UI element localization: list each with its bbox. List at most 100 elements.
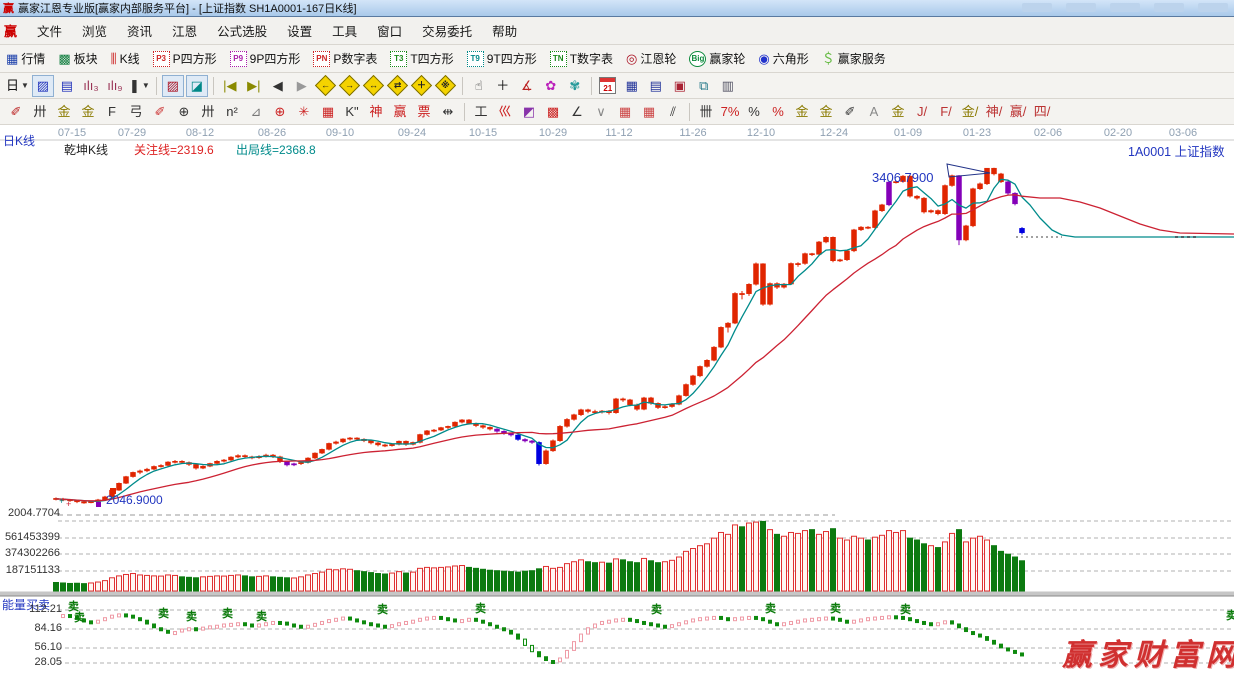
seal-tool-icon[interactable]: ✿ [540, 75, 562, 97]
a-angle-icon[interactable]: A [863, 101, 885, 123]
parallel-lines-icon[interactable]: ⫽ [662, 101, 684, 123]
menu-browse[interactable]: 浏览 [72, 21, 117, 40]
angle-lines-icon[interactable]: ∠ [566, 101, 588, 123]
piao-grid-icon[interactable]: 票 [413, 101, 435, 123]
red-pen-icon[interactable]: ✐ [149, 101, 171, 123]
toolbar-gann-wheel-button[interactable]: ◎ 江恩轮 [626, 50, 676, 67]
diamond-cross-icon[interactable]: ＋ [411, 74, 433, 97]
chart-area[interactable]: 07-15 07-29 08-12 08-26 09-10 09-24 10-15 10-29… [0, 125, 1234, 676]
color-volume-view-icon[interactable]: ◪ [185, 74, 208, 97]
bars-3-view-icon[interactable]: ılı₃ [80, 75, 102, 97]
ying-angle-icon[interactable]: 赢/ [1007, 101, 1029, 123]
histogram-tool-icon[interactable]: 卌 [695, 101, 717, 123]
step-forward-icon[interactable]: ▶ [291, 75, 313, 97]
toolbar-9t-square-button[interactable]: T9 9T四方形 [466, 50, 537, 67]
diamond-all-icon[interactable]: ※ [435, 74, 457, 97]
notebook-tool-icon[interactable]: ▤ [645, 75, 667, 97]
si-angle-icon[interactable]: 四/ [1031, 101, 1053, 123]
diamond-h-expand-icon[interactable]: ↔ [363, 74, 385, 97]
title-bar[interactable]: 赢 赢家江恩专业版[赢家内部服务平台] - [上证指数 SH1A0001-167… [0, 0, 1234, 17]
print-tool-icon[interactable]: ▥ [717, 75, 739, 97]
red-web-square-icon[interactable]: ▦ [317, 101, 339, 123]
percent-line-icon[interactable]: % [767, 101, 789, 123]
date-tick: 07-29 [118, 127, 146, 139]
menu-window[interactable]: 窗口 [367, 21, 412, 40]
grid-tool-icon[interactable]: 卅 [29, 101, 51, 123]
step-back-icon[interactable]: ◀ [267, 75, 289, 97]
ying-tool-icon[interactable]: 赢 [389, 101, 411, 123]
goto-first-icon[interactable]: |◀ [219, 75, 241, 97]
toolbar-p-square-button[interactable]: P3 P四方形 [152, 50, 217, 67]
brain-tool-icon[interactable]: ✾ [564, 75, 586, 97]
shen-tool-icon[interactable]: 神 [365, 101, 387, 123]
toolbar-9p-square-button[interactable]: P9 9P四方形 [229, 50, 300, 67]
candle-type-selector-icon[interactable]: ❚ ▼ [128, 75, 151, 97]
menu-help[interactable]: 帮助 [482, 21, 527, 40]
network-tool-icon[interactable]: ⧉ [693, 75, 715, 97]
toolbar-t-number-table-button[interactable]: TN T数字表 [549, 50, 613, 67]
red-grid-b-icon[interactable]: ▦ [638, 101, 660, 123]
red-crosshair-circle-icon[interactable]: ⊕ [269, 101, 291, 123]
goto-last-icon[interactable]: ▶| [243, 75, 265, 97]
red-web-circle-icon[interactable]: ✳ [293, 101, 315, 123]
diamond-h-shrink-icon[interactable]: ⇄ [387, 74, 409, 97]
toolbar-winner-wheel-button[interactable]: Big 赢家轮 [689, 50, 745, 67]
toolbar-sectors-button[interactable]: ▩ 板块 [58, 50, 97, 67]
spiral-tool-icon[interactable]: 弓 [125, 101, 147, 123]
toolbar-kline-button[interactable]: ⫼ K线 [111, 50, 140, 67]
menu-trade-entrust[interactable]: 交易委托 [412, 21, 482, 40]
red-fan-icon[interactable]: 巛 [494, 101, 516, 123]
qiankun-kline-view-icon[interactable]: ▨ [161, 74, 184, 97]
save-tool-icon[interactable]: ▣ [669, 75, 691, 97]
gold-grid-2-icon[interactable]: 金 [77, 101, 99, 123]
period-label[interactable]: 日K线 [3, 132, 35, 149]
menu-gann[interactable]: 江恩 [162, 21, 207, 40]
menu-tools[interactable]: 工具 [322, 21, 367, 40]
drag-pen-icon[interactable]: ✐ [839, 101, 861, 123]
v-lines-icon[interactable]: ∨ [590, 101, 612, 123]
shen-angle-icon[interactable]: 神/ [983, 101, 1005, 123]
gong-square-icon[interactable]: 工 [470, 101, 492, 123]
bars-9-view-icon[interactable]: ılı₉ [104, 75, 126, 97]
toolbar-winner-service-button[interactable]: ＄赢家服务 [822, 50, 886, 67]
diamond-right-icon[interactable]: → [339, 74, 361, 97]
diamond-left-icon[interactable]: ← [315, 74, 337, 97]
toolbar-t-square-button[interactable]: T3 T四方形 [390, 50, 454, 67]
j-angle-icon[interactable]: J/ [911, 101, 933, 123]
gold-underline-icon[interactable]: 金 [887, 101, 909, 123]
red-grid-a-icon[interactable]: ▦ [614, 101, 636, 123]
toolbar-hexagon-button[interactable]: ◉ 六角形 [758, 50, 808, 67]
menu-file[interactable]: 文件 [27, 21, 72, 40]
crosshair-tool-icon[interactable]: ＋ [492, 75, 514, 97]
menu-formula-stock-pick[interactable]: 公式选股 [207, 21, 277, 40]
purple-fan-square-icon[interactable]: ◩ [518, 101, 540, 123]
gold-line-icon[interactable]: 金 [815, 101, 837, 123]
gold-angle-icon[interactable]: 金/ [959, 101, 981, 123]
menu-news[interactable]: 资讯 [117, 21, 162, 40]
calculator-tool-icon[interactable]: ▦ [621, 75, 643, 97]
period-day-selector-icon[interactable]: 日 ▼ [5, 75, 30, 97]
hand-tool-icon[interactable]: ☝ [468, 75, 490, 97]
calendar-tool-icon[interactable]: 21 [597, 75, 619, 97]
k-quote-tool-icon[interactable]: K" [341, 101, 363, 123]
grid-tool-2-icon[interactable]: 卅 [197, 101, 219, 123]
circle-scale-icon[interactable]: ⊕ [173, 101, 195, 123]
info-doc-icon[interactable]: ▤ [56, 75, 78, 97]
angle-ruler-icon[interactable]: ⊿ [245, 101, 267, 123]
gann-pen-icon[interactable]: ✐ [5, 101, 27, 123]
gold-circle-icon[interactable]: 金 [791, 101, 813, 123]
toolbar-p-number-table-button[interactable]: PN P数字表 [313, 50, 377, 67]
f-grid-icon[interactable]: F [101, 101, 123, 123]
h-arrow-tool-icon[interactable]: ⇹ [437, 101, 459, 123]
angle-measure-tool-icon[interactable]: ∡ [516, 75, 538, 97]
pattern-view-icon[interactable]: ▨ [31, 74, 54, 97]
n-square-icon[interactable]: n² [221, 101, 243, 123]
percent-strike-icon[interactable]: 7% [719, 101, 741, 123]
red-net-square-icon[interactable]: ▩ [542, 101, 564, 123]
menu-settings[interactable]: 设置 [277, 21, 322, 40]
toolbar-market-quotes-button[interactable]: ▦ 行情 [6, 50, 45, 67]
percent-tool-icon[interactable]: % [743, 101, 765, 123]
gold-grid-1-icon[interactable]: 金 [53, 101, 75, 123]
f-angle-icon[interactable]: F/ [935, 101, 957, 123]
chart-canvas[interactable]: 07-15 07-29 08-12 08-26 09-10 09-24 10-15 10-29… [0, 125, 1234, 676]
